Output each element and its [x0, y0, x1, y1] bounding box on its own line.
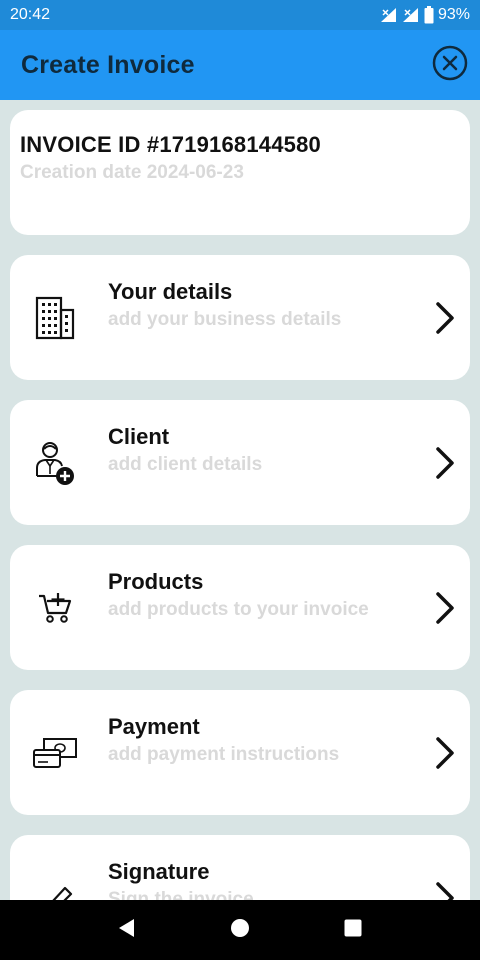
app-bar: Create Invoice: [0, 30, 480, 100]
cart-add-icon: [32, 585, 78, 631]
your-details-subtitle: add your business details: [108, 309, 342, 330]
signal-icon: [380, 7, 398, 23]
pen-icon: [32, 875, 78, 900]
payment-card[interactable]: Payment add payment instructions: [10, 690, 470, 815]
signature-title: Signature: [108, 859, 210, 884]
signature-card[interactable]: Signature Sign the invoice: [10, 835, 470, 900]
status-icons: 93%: [380, 6, 470, 24]
creation-date: Creation date 2024-06-23: [20, 162, 244, 183]
battery-level: 93%: [437, 6, 470, 23]
your-details-title: Your details: [108, 279, 233, 304]
back-icon: [117, 918, 137, 943]
payment-title: Payment: [108, 714, 200, 739]
home-button[interactable]: [220, 910, 260, 950]
chevron-right-icon: [436, 882, 454, 900]
client-card[interactable]: Client add client details: [10, 400, 470, 525]
signal-icon: [402, 7, 420, 23]
navigation-bar: [0, 900, 480, 960]
back-button[interactable]: [107, 910, 147, 950]
close-button[interactable]: [432, 45, 468, 86]
client-subtitle: add client details: [108, 454, 263, 475]
close-circle-icon: [432, 45, 468, 86]
products-title: Products: [108, 569, 204, 594]
chevron-right-icon: [436, 447, 454, 479]
recents-button[interactable]: [333, 910, 373, 950]
battery-icon: [424, 6, 434, 24]
invoice-id: INVOICE ID #1719168144580: [20, 132, 321, 157]
invoice-id-card: INVOICE ID #1719168144580 Creation date …: [10, 110, 470, 235]
building-icon: [32, 295, 78, 341]
signature-subtitle: Sign the invoice: [108, 889, 254, 900]
add-client-icon: [32, 440, 78, 486]
client-title: Client: [108, 424, 170, 449]
payment-icon: [32, 730, 78, 776]
products-subtitle: add products to your invoice: [108, 599, 369, 620]
chevron-right-icon: [436, 592, 454, 624]
content-area[interactable]: INVOICE ID #1719168144580 Creation date …: [0, 100, 480, 900]
chevron-right-icon: [436, 302, 454, 334]
products-card[interactable]: Products add products to your invoice: [10, 545, 470, 670]
chevron-right-icon: [436, 737, 454, 769]
recents-icon: [343, 918, 363, 943]
status-bar: 20:42 93%: [0, 0, 480, 30]
status-time: 20:42: [10, 6, 51, 23]
home-icon: [230, 918, 250, 943]
page-title: Create Invoice: [21, 50, 195, 79]
your-details-card[interactable]: Your details add your business details: [10, 255, 470, 380]
payment-subtitle: add payment instructions: [108, 744, 340, 765]
